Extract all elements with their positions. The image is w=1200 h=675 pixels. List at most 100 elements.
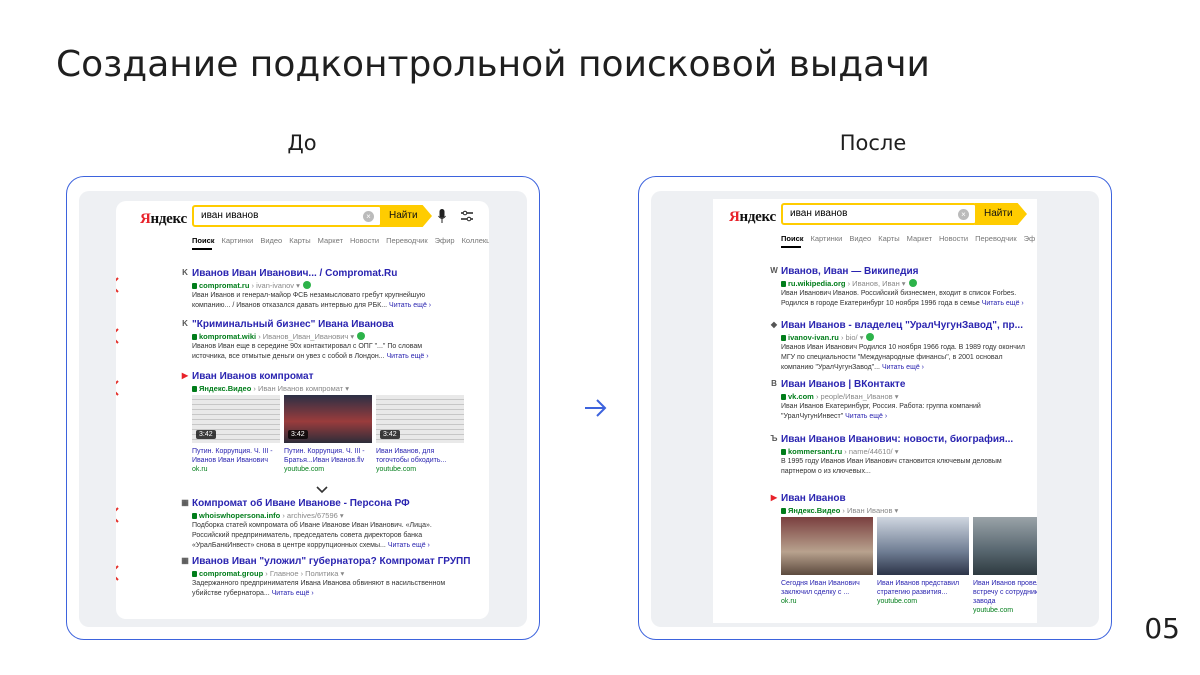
tab-1[interactable]: Картинки — [811, 234, 843, 243]
result-domain[interactable]: compromat.ru — [199, 281, 249, 290]
tab-0[interactable]: Поиск — [781, 234, 804, 243]
result-path[interactable]: › name/44610/ ▾ — [842, 447, 898, 456]
video-source[interactable]: ok.ru — [781, 598, 873, 605]
read-more-link[interactable]: Читать ещё › — [389, 302, 431, 309]
video-thumbnail[interactable]: 3:42 — [192, 395, 280, 443]
result-title-link[interactable]: Иван Иванов компромат — [192, 371, 314, 382]
video-card[interactable]: Сегодня Иван Иванович заключил сделку с … — [781, 517, 873, 605]
tab-4[interactable]: Маркет — [318, 236, 343, 245]
video-thumbnail[interactable] — [781, 517, 873, 575]
video-thumbnail[interactable]: 3:42 — [376, 395, 464, 443]
yandex-logo[interactable]: Яндекс — [140, 211, 187, 228]
search-button[interactable]: Найти — [975, 203, 1027, 225]
video-duration: 3:42 — [288, 430, 308, 439]
video-thumbnail[interactable] — [973, 517, 1037, 575]
result-path[interactable]: › Иван Иванов ▾ — [840, 506, 898, 515]
result-url[interactable]: kompromat.wiki › Иванов_Иван_Иванович ▾ — [192, 332, 366, 341]
read-more-link[interactable]: Читать ещё › — [387, 353, 429, 360]
result-path[interactable]: › Иванов, Иван ▾ — [846, 279, 906, 288]
result-path[interactable]: › Главное › Политика ▾ — [263, 569, 344, 578]
tab-0[interactable]: Поиск — [192, 236, 215, 245]
yandex-logo[interactable]: Яндекс — [729, 209, 776, 226]
read-more-link[interactable]: Читать ещё › — [882, 364, 924, 371]
result-title-link[interactable]: Иванов, Иван — Википедия — [781, 266, 918, 277]
result-domain[interactable]: Яндекс.Видео — [788, 506, 840, 515]
read-more-link[interactable]: Читать ещё › — [272, 590, 314, 597]
result-domain[interactable]: kompromat.wiki — [199, 332, 256, 341]
read-more-link[interactable]: Читать ещё › — [982, 300, 1024, 307]
result-path[interactable]: › Иванов_Иван_Иванович ▾ — [256, 332, 354, 341]
read-more-link[interactable]: Читать ещё › — [845, 413, 887, 420]
result-url[interactable]: ru.wikipedia.org › Иванов, Иван ▾ — [781, 279, 917, 288]
video-thumbnail[interactable]: 3:42 — [284, 395, 372, 443]
video-source[interactable]: youtube.com — [284, 466, 372, 473]
clear-icon[interactable]: × — [363, 211, 374, 222]
video-caption[interactable]: Путин. Коррупция. Ч. III - Иванов Иван И… — [192, 447, 280, 465]
result-path[interactable]: › bio/ ▾ — [839, 333, 864, 342]
video-caption[interactable]: Сегодня Иван Иванович заключил сделку с … — [781, 579, 873, 597]
video-source[interactable]: youtube.com — [877, 598, 969, 605]
tab-2[interactable]: Видео — [260, 236, 282, 245]
result-domain[interactable]: ru.wikipedia.org — [788, 279, 846, 288]
result-domain[interactable]: vk.com — [788, 392, 814, 401]
tab-7[interactable]: Эфир — [435, 236, 455, 245]
video-card[interactable]: Иван Иванов представил стратегию развити… — [877, 517, 969, 605]
result-url[interactable]: ivanov-ivan.ru › bio/ ▾ — [781, 333, 875, 342]
tab-5[interactable]: Новости — [939, 234, 968, 243]
video-source[interactable]: youtube.com — [376, 466, 464, 473]
result-title-link[interactable]: Иван Иванов Иванович: новости, биография… — [781, 434, 1013, 445]
video-caption[interactable]: Путин. Коррупция. Ч. III - Братья...Иван… — [284, 447, 372, 465]
tab-3[interactable]: Карты — [878, 234, 899, 243]
read-more-link[interactable]: Читать ещё › — [388, 542, 430, 549]
tab-3[interactable]: Карты — [289, 236, 310, 245]
tab-1[interactable]: Картинки — [222, 236, 254, 245]
result-url[interactable]: compromat.ru › ivan-ivanov ▾ — [192, 281, 311, 290]
video-caption[interactable]: Иван Иванов, для тогочтобы обходить... — [376, 447, 464, 465]
result-path[interactable]: › ivan-ivanov ▾ — [249, 281, 300, 290]
chevron-down-icon[interactable] — [314, 485, 330, 495]
result-url[interactable]: vk.com › people/Иван_Иванов ▾ — [781, 392, 899, 401]
result-url[interactable]: kommersant.ru › name/44610/ ▾ — [781, 447, 899, 456]
tab-5[interactable]: Новости — [350, 236, 379, 245]
clear-icon[interactable]: × — [958, 209, 969, 220]
video-card[interactable]: 3:42 Путин. Коррупция. Ч. III - Иванов Ив… — [192, 395, 280, 473]
tab-7[interactable]: Эф — [1024, 234, 1036, 243]
result-title-link[interactable]: Иван Иванов — [781, 493, 846, 504]
video-thumbnail[interactable] — [877, 517, 969, 575]
search-button[interactable]: Найти — [380, 205, 432, 227]
search-input[interactable]: иван иванов × — [192, 205, 382, 227]
result-domain[interactable]: Яндекс.Видео — [199, 384, 251, 393]
result-url[interactable]: whoiswhopersona.info › archives/67596 ▾ — [192, 511, 344, 520]
result-url[interactable]: compromat.group › Главное › Политика ▾ — [192, 569, 344, 578]
settings-icon[interactable] — [461, 210, 473, 222]
result-path[interactable]: › Иван Иванов компромат ▾ — [251, 384, 349, 393]
result-domain[interactable]: compromat.group — [199, 569, 263, 578]
result-path[interactable]: › people/Иван_Иванов ▾ — [814, 392, 899, 401]
result-path[interactable]: › archives/67596 ▾ — [280, 511, 343, 520]
result-title-link[interactable]: Компромат об Иване Иванове - Персона РФ — [192, 498, 410, 509]
result-title-link[interactable]: Иван Иванов - владелец "УралЧугунЗавод",… — [781, 320, 1023, 331]
result-domain[interactable]: ivanov-ivan.ru — [788, 333, 839, 342]
video-source[interactable]: youtube.com — [973, 607, 1037, 614]
microphone-icon[interactable] — [438, 209, 446, 223]
result-url[interactable]: Яндекс.Видео › Иван Иванов ▾ — [781, 506, 898, 515]
video-caption[interactable]: Иван Иванов представил стратегию развити… — [877, 579, 969, 597]
result-domain[interactable]: kommersant.ru — [788, 447, 842, 456]
tab-6[interactable]: Переводчик — [975, 234, 1017, 243]
tab-2[interactable]: Видео — [849, 234, 871, 243]
result-title-link[interactable]: Иванов Иван Иванович... / Compromat.Ru — [192, 268, 397, 279]
video-caption[interactable]: Иван Иванов провел встречу с сотрудникам… — [973, 579, 1037, 606]
tab-8[interactable]: Коллекции — [462, 236, 489, 245]
result-title-link[interactable]: Иванов Иван "уложил" губернатора? Компро… — [192, 556, 470, 567]
video-card[interactable]: 3:42 Путин. Коррупция. Ч. III - Братья...… — [284, 395, 372, 473]
video-card[interactable]: Иван Иванов провел встречу с сотрудникам… — [973, 517, 1037, 614]
tab-6[interactable]: Переводчик — [386, 236, 428, 245]
tab-4[interactable]: Маркет — [907, 234, 932, 243]
video-source[interactable]: ok.ru — [192, 466, 280, 473]
result-domain[interactable]: whoiswhopersona.info — [199, 511, 280, 520]
result-url[interactable]: Яндекс.Видео › Иван Иванов компромат ▾ — [192, 384, 349, 393]
video-card[interactable]: 3:42 Иван Иванов, для тогочтобы обходить.… — [376, 395, 464, 473]
search-input[interactable]: иван иванов × — [781, 203, 977, 225]
result-title-link[interactable]: Иван Иванов | ВКонтакте — [781, 379, 905, 390]
result-title-link[interactable]: "Криминальный бизнес" Ивана Иванова — [192, 319, 394, 330]
